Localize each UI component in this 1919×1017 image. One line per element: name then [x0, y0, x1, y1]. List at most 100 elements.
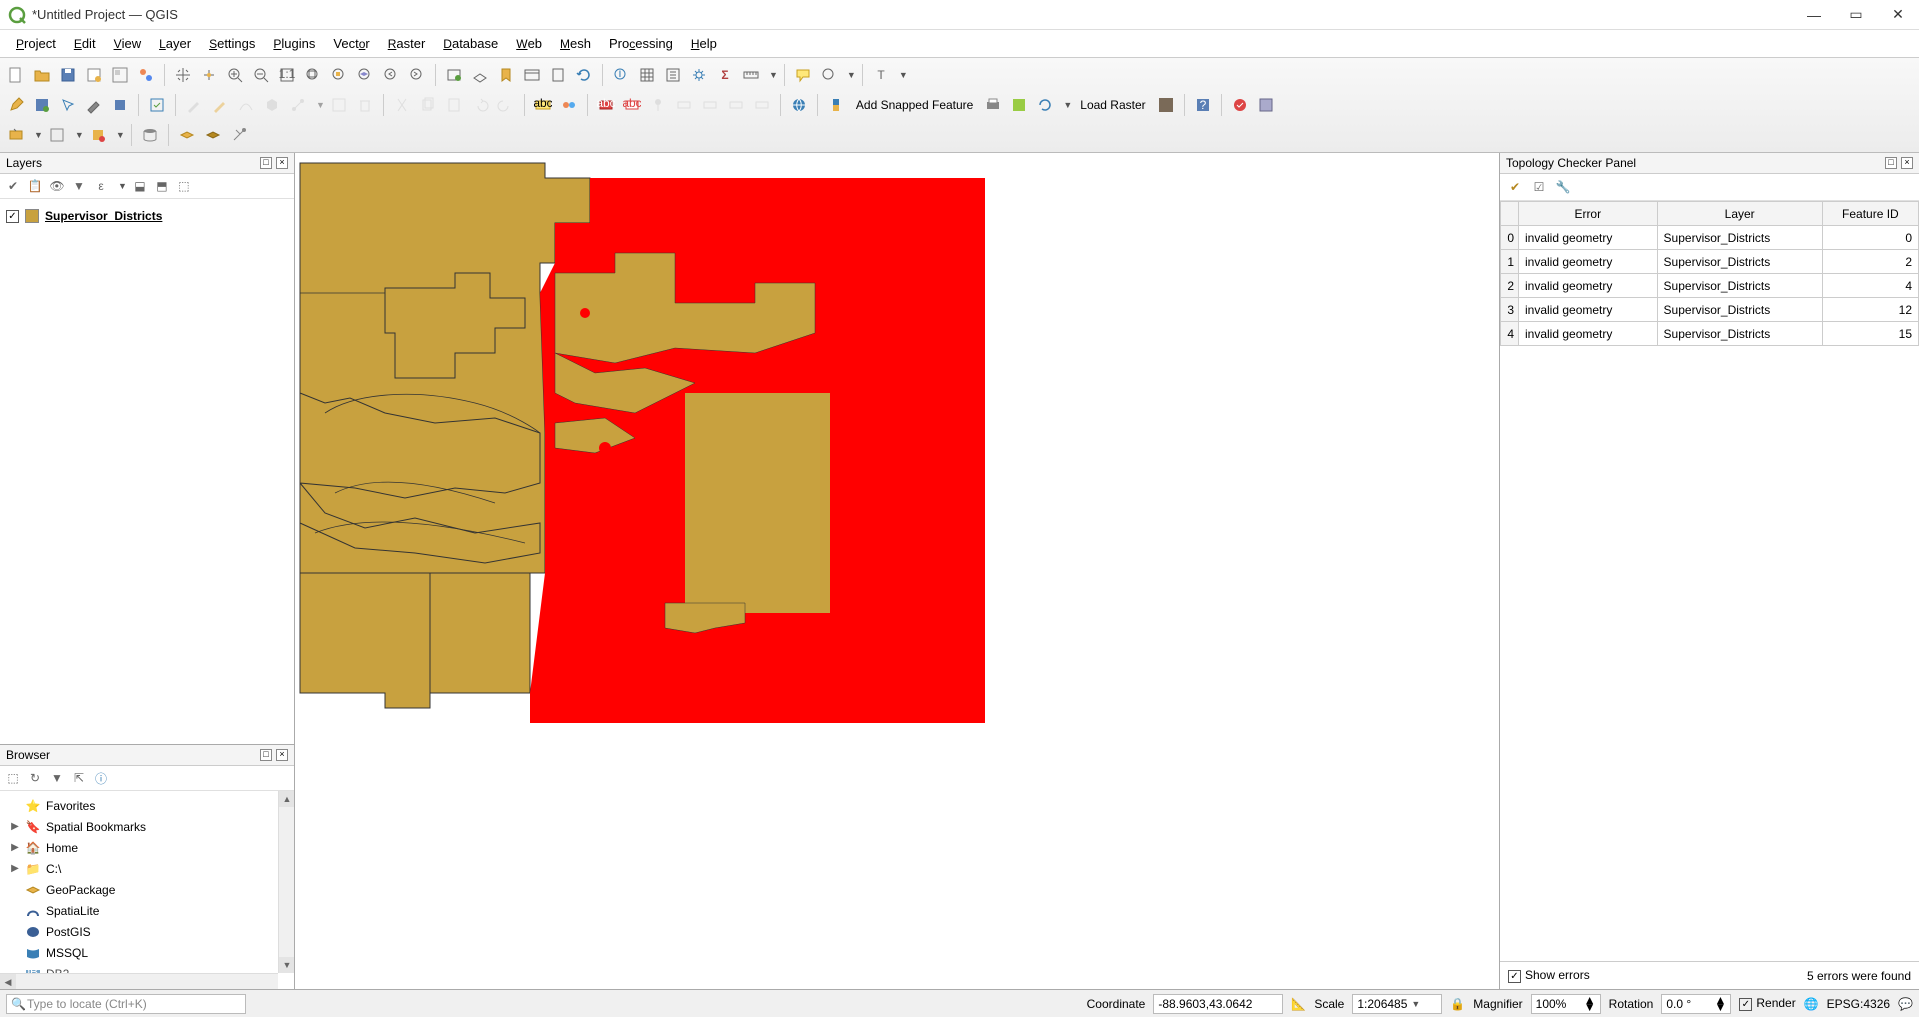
topology-check-icon[interactable] [145, 93, 169, 117]
digitize-icon[interactable] [108, 93, 132, 117]
add-line-icon[interactable] [234, 93, 258, 117]
edit-toggle-icon[interactable] [4, 93, 28, 117]
new-print-layout-icon[interactable] [82, 63, 106, 87]
label-move-icon[interactable] [698, 93, 722, 117]
python-console-icon[interactable] [824, 93, 848, 117]
col-error[interactable]: Error [1519, 202, 1658, 226]
map-tips-icon[interactable] [791, 63, 815, 87]
delete-selected-icon[interactable] [353, 93, 377, 117]
browser-item-bookmarks[interactable]: ▶🔖Spatial Bookmarks [2, 816, 292, 837]
menu-plugins[interactable]: Plugins [265, 32, 323, 55]
add-snapped-feature-button[interactable]: Add Snapped Feature [850, 93, 979, 117]
redo-icon[interactable] [494, 93, 518, 117]
layer-item[interactable]: ✓ Supervisor_Districts [6, 205, 288, 227]
pencil-icon[interactable] [182, 93, 206, 117]
new-gpkg-dropdown[interactable]: ▼ [75, 130, 84, 140]
field-calculator-icon[interactable] [661, 63, 685, 87]
save-project-icon[interactable] [56, 63, 80, 87]
label-toolbar-1-icon[interactable]: abc [594, 93, 618, 117]
geometry-checker-icon[interactable] [1254, 93, 1278, 117]
magnifier-input[interactable]: 100%▲▼ [1531, 994, 1601, 1014]
expand-all-icon[interactable]: ⬓ [131, 177, 149, 195]
col-layer[interactable]: Layer [1657, 202, 1822, 226]
browser-close-button[interactable]: × [276, 749, 288, 761]
raster-thumb-icon[interactable] [1154, 93, 1178, 117]
zoom-last-icon[interactable] [379, 63, 403, 87]
menu-web[interactable]: Web [508, 32, 550, 55]
menu-vector[interactable]: Vector [325, 32, 377, 55]
save-map-icon[interactable] [1007, 93, 1031, 117]
validate-all-icon[interactable]: ✔ [1506, 178, 1524, 196]
new-shapefile-icon[interactable] [86, 123, 110, 147]
label-abc-icon[interactable]: abc [531, 93, 555, 117]
label-rotate-icon[interactable] [724, 93, 748, 117]
pan-selection-icon[interactable] [197, 63, 221, 87]
topology-checker-icon[interactable] [1228, 93, 1252, 117]
browser-item-favorites[interactable]: ⭐Favorites [2, 795, 292, 816]
collapse-browser-icon[interactable]: ⇱ [70, 769, 88, 787]
select-dropdown[interactable]: ▼ [847, 70, 856, 80]
table-row[interactable]: 1invalid geometrySupervisor_Districts2 [1501, 250, 1919, 274]
browser-item-spatialite[interactable]: SpatiaLite [2, 900, 292, 921]
browser-scrollbar-v[interactable]: ▲▼ [278, 791, 294, 973]
maximize-button[interactable]: ▭ [1847, 6, 1865, 24]
browser-item-geopackage[interactable]: GeoPackage [2, 879, 292, 900]
load-raster-button[interactable]: Load Raster [1074, 93, 1151, 117]
configure-icon[interactable]: 🔧 [1554, 178, 1572, 196]
menu-database[interactable]: Database [435, 32, 506, 55]
measure-icon[interactable] [739, 63, 763, 87]
messages-icon[interactable]: 💬 [1898, 997, 1913, 1011]
undo-icon[interactable] [468, 93, 492, 117]
browser-scrollbar-h[interactable]: ◀▶ [0, 973, 278, 989]
validate-extent-icon[interactable]: ☑ [1530, 178, 1548, 196]
help-icon[interactable]: ? [1191, 93, 1215, 117]
menu-mesh[interactable]: Mesh [552, 32, 599, 55]
zoom-out-icon[interactable] [249, 63, 273, 87]
browser-undock-button[interactable]: □ [260, 749, 272, 761]
temporal-controller-icon[interactable] [520, 63, 544, 87]
text-annotation-icon[interactable]: T [869, 63, 893, 87]
reload-icon[interactable] [1033, 93, 1057, 117]
map-canvas[interactable] [295, 153, 1499, 989]
remove-layer-icon[interactable]: ⬚ [175, 177, 193, 195]
browser-item-home[interactable]: ▶🏠Home [2, 837, 292, 858]
filter-expr-dropdown[interactable]: ▼ [118, 181, 127, 191]
menu-project[interactable]: Project [8, 32, 64, 55]
layer-styling-icon[interactable]: ✔ [4, 177, 22, 195]
menu-raster[interactable]: Raster [380, 32, 434, 55]
menu-layer[interactable]: Layer [151, 32, 199, 55]
table-row[interactable]: 0invalid geometrySupervisor_Districts0 [1501, 226, 1919, 250]
new-project-icon[interactable] [4, 63, 28, 87]
data-source-mgr-icon[interactable] [4, 123, 28, 147]
refresh-browser-icon[interactable]: ↻ [26, 769, 44, 787]
zoom-in-icon[interactable] [223, 63, 247, 87]
add-mesh-layer-icon[interactable] [227, 123, 251, 147]
label-hide-icon[interactable] [672, 93, 696, 117]
table-row[interactable]: 3invalid geometrySupervisor_Districts12 [1501, 298, 1919, 322]
new-shp-dropdown[interactable]: ▼ [116, 130, 125, 140]
coord-input[interactable]: -88.9603,43.0642 [1153, 994, 1283, 1014]
spatial-bookmark-icon[interactable] [546, 63, 570, 87]
layer-checkbox[interactable]: ✓ [6, 210, 19, 223]
lock-icon[interactable]: 🔒 [1450, 997, 1465, 1011]
rotation-input[interactable]: 0.0 °▲▼ [1661, 994, 1731, 1014]
add-raster-layer-icon[interactable] [201, 123, 225, 147]
data-source-dropdown[interactable]: ▼ [34, 130, 43, 140]
minimize-button[interactable]: — [1805, 6, 1823, 24]
locator-search[interactable]: 🔍 Type to locate (Ctrl+K) [6, 994, 246, 1014]
close-button[interactable]: ✕ [1889, 6, 1907, 24]
label-toolbar-2-icon[interactable]: abc [620, 93, 644, 117]
coord-toggle-icon[interactable]: 📐 [1291, 997, 1306, 1011]
topology-undock-button[interactable]: □ [1885, 157, 1897, 169]
paste-icon[interactable] [442, 93, 466, 117]
vertex-tool-icon[interactable] [286, 93, 310, 117]
toolbox-icon[interactable] [687, 63, 711, 87]
add-vector-icon[interactable] [56, 93, 80, 117]
browser-item-mssql[interactable]: MSSQL [2, 942, 292, 963]
filter-legend-icon[interactable]: ▼ [70, 177, 88, 195]
show-errors-checkbox[interactable]: ✓Show errors [1508, 968, 1590, 983]
filter-expr-icon[interactable]: ε [92, 177, 110, 195]
collapse-all-icon[interactable]: ⬒ [153, 177, 171, 195]
table-row[interactable]: 4invalid geometrySupervisor_Districts15 [1501, 322, 1919, 346]
label-pin-icon[interactable] [646, 93, 670, 117]
